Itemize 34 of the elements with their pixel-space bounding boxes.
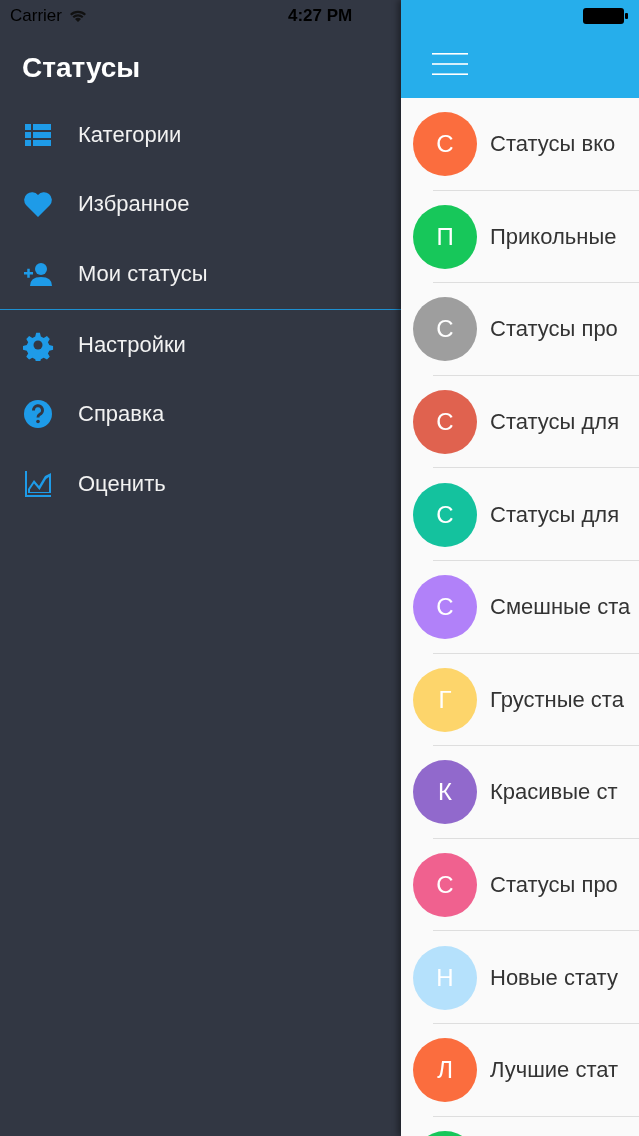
letter-avatar: К <box>413 760 477 825</box>
letter-avatar: Г <box>413 667 477 732</box>
category-title: Красивые ст <box>490 779 618 806</box>
category-title: Смешные ста <box>490 594 631 621</box>
category-title: Статусы для <box>490 409 620 436</box>
menu-item[interactable]: Оценить <box>0 449 401 519</box>
category-title: Новые стату <box>490 964 618 991</box>
category-title: Прикольные <box>490 223 617 250</box>
letter-avatar: Н <box>413 945 477 1010</box>
menu-item[interactable]: Категории <box>0 100 401 170</box>
drawer-title: Статусы <box>21 51 142 85</box>
carrier-name: Carrier <box>10 6 62 26</box>
letter-avatar: С <box>413 112 477 177</box>
letter-avatar: С <box>413 482 477 547</box>
letter-avatar: С <box>413 390 477 455</box>
category-title: Грустные ста <box>490 686 624 713</box>
menu-item[interactable]: Избранное <box>0 169 401 239</box>
letter-avatar: С <box>413 853 477 918</box>
help-icon <box>22 398 54 431</box>
letter-avatar: С <box>413 575 477 640</box>
letter-avatar: С <box>413 297 477 362</box>
battery-icon <box>583 7 629 25</box>
menu-item[interactable]: Настройки <box>0 310 401 380</box>
category-title: Статусы вко <box>490 131 616 158</box>
category-title: Лучшие стат <box>490 1057 619 1084</box>
category-title: Статусы про <box>490 872 618 899</box>
menu-item[interactable]: Справка <box>0 379 401 449</box>
category-title: Статусы для <box>490 501 620 528</box>
letter-avatar: П <box>413 204 477 269</box>
category-title: Статусы про <box>490 316 618 343</box>
menu-item[interactable]: Мои статусы <box>0 239 401 309</box>
letter-avatar: Л <box>413 1038 477 1103</box>
clock-time: 4:27 PM <box>287 6 353 26</box>
menu-icon[interactable] <box>432 52 468 76</box>
